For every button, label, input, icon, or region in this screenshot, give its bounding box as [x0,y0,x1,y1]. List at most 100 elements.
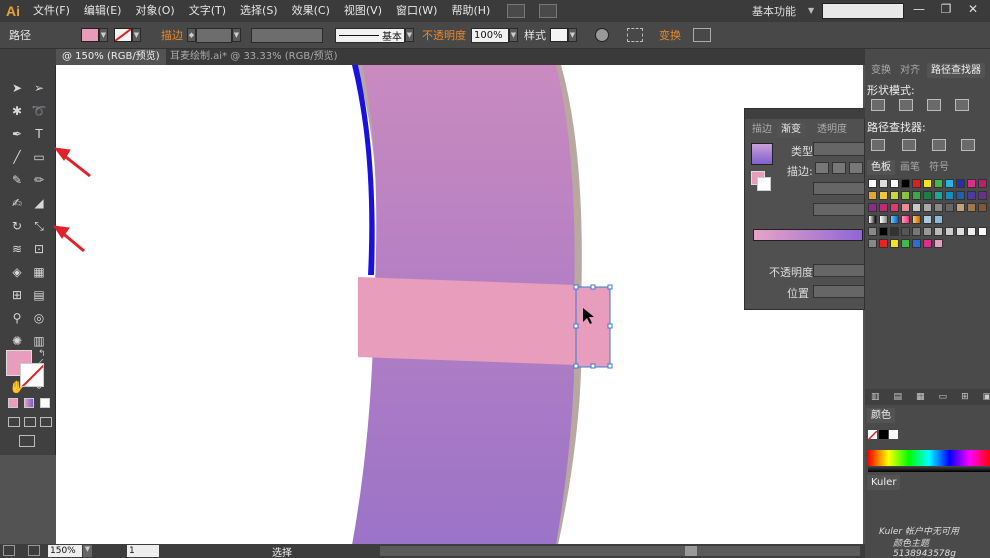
swatch[interactable] [945,191,954,200]
new-swatch-icon[interactable]: ⊞ [961,392,969,402]
status-mode[interactable]: 选择 [272,544,292,558]
color-black-swatch[interactable] [879,430,888,439]
swatch-folder[interactable] [868,227,877,236]
swatch[interactable] [967,227,976,236]
trim-icon[interactable] [902,139,916,151]
tab-stroke[interactable]: 描边 [748,122,776,137]
gradient-aspect-field[interactable] [813,203,865,216]
swatch-library-icon[interactable]: ▥ [871,392,880,402]
swatch[interactable] [890,203,899,212]
show-kinds-icon[interactable]: ▤ [894,392,903,402]
stroke-mini-swatch[interactable] [757,177,771,191]
stroke-along-icon[interactable] [832,162,846,174]
swatch[interactable] [901,203,910,212]
intersect-icon[interactable] [927,99,941,111]
merge-icon[interactable] [932,139,946,151]
tab-gradient[interactable]: 渐变 [777,122,805,137]
swatch[interactable] [978,191,987,200]
tab-color[interactable]: 颜色 [867,408,895,423]
minus-front-icon[interactable] [899,99,913,111]
swatch[interactable] [912,203,921,212]
delete-swatch-icon[interactable]: ▣ [983,392,990,402]
swatch[interactable] [934,227,943,236]
color-spectrum[interactable] [868,450,990,466]
swatch[interactable] [978,227,987,236]
swatch[interactable] [901,215,910,224]
swatch[interactable] [890,191,899,200]
swatch[interactable] [934,203,943,212]
horizontal-scrollbar[interactable] [380,546,860,556]
stroke-across-icon[interactable] [849,162,863,174]
swatch[interactable] [901,239,910,248]
swatch[interactable] [890,227,899,236]
swatch-none[interactable] [868,179,877,188]
swatch[interactable] [978,203,987,212]
swatch-options-icon[interactable]: ▦ [916,392,925,402]
swatch[interactable] [912,215,921,224]
swatch[interactable] [901,191,910,200]
zoom-field[interactable]: 150% [48,545,82,557]
swatch[interactable] [890,239,899,248]
swatch[interactable] [879,239,888,248]
tab-kuler[interactable]: Kuler [867,475,901,490]
swatch[interactable] [956,191,965,200]
stop-opacity-field[interactable] [813,264,865,277]
stroke-within-icon[interactable] [815,162,829,174]
tab-pathfinder[interactable]: 路径查找器 [927,63,985,78]
swatch[interactable] [868,191,877,200]
swatch[interactable] [945,179,954,188]
swatch[interactable] [956,203,965,212]
gradient-angle-field[interactable] [813,182,865,195]
swatch[interactable] [923,215,932,224]
swatch[interactable] [956,179,965,188]
swatch[interactable] [967,179,976,188]
tab-align[interactable]: 对齐 [896,63,924,78]
unite-icon[interactable] [871,99,885,111]
crop-icon[interactable] [961,139,975,151]
panel-grip[interactable] [745,109,866,119]
swatch[interactable] [978,179,987,188]
artboard-nav-icon[interactable] [3,545,15,556]
swatch[interactable] [868,203,877,212]
swatch[interactable] [879,215,888,224]
swatch[interactable] [890,179,899,188]
swatch[interactable] [934,179,943,188]
swatch[interactable] [923,227,932,236]
scrollbar-thumb[interactable] [685,546,697,556]
swatch[interactable] [912,239,921,248]
swatch[interactable] [868,215,877,224]
gradient-preview-swatch[interactable] [751,143,773,165]
swatch[interactable] [879,227,888,236]
swatch[interactable] [945,227,954,236]
color-spectrum-shade[interactable] [868,466,990,472]
swatch[interactable] [923,179,932,188]
swatch-registration[interactable] [879,179,888,188]
swatch[interactable] [923,203,932,212]
gradient-type-select[interactable] [813,142,865,156]
swatch[interactable] [879,191,888,200]
swatch[interactable] [934,215,943,224]
swatch-folder[interactable] [868,239,877,248]
exclude-icon[interactable] [955,99,969,111]
swatch[interactable] [934,239,943,248]
tab-brushes[interactable]: 画笔 [896,160,924,175]
tab-transparency[interactable]: 透明度 [813,122,851,137]
swatch[interactable] [945,203,954,212]
swatch[interactable] [879,203,888,212]
swatch[interactable] [923,191,932,200]
swatch[interactable] [912,227,921,236]
divide-icon[interactable] [871,139,885,151]
swatch[interactable] [967,203,976,212]
swatch[interactable] [956,227,965,236]
zoom-dropdown[interactable]: ▼ [83,545,92,557]
tab-symbols[interactable]: 符号 [925,160,953,175]
stop-position-field[interactable] [813,285,865,298]
swatch[interactable] [912,179,921,188]
color-white-swatch[interactable] [889,430,898,439]
new-color-group-icon[interactable]: ▭ [939,392,948,402]
swatch[interactable] [967,191,976,200]
artboard-number-field[interactable]: 1 [127,545,159,557]
swatch[interactable] [912,191,921,200]
swatch[interactable] [934,191,943,200]
color-none-swatch[interactable] [867,430,878,441]
